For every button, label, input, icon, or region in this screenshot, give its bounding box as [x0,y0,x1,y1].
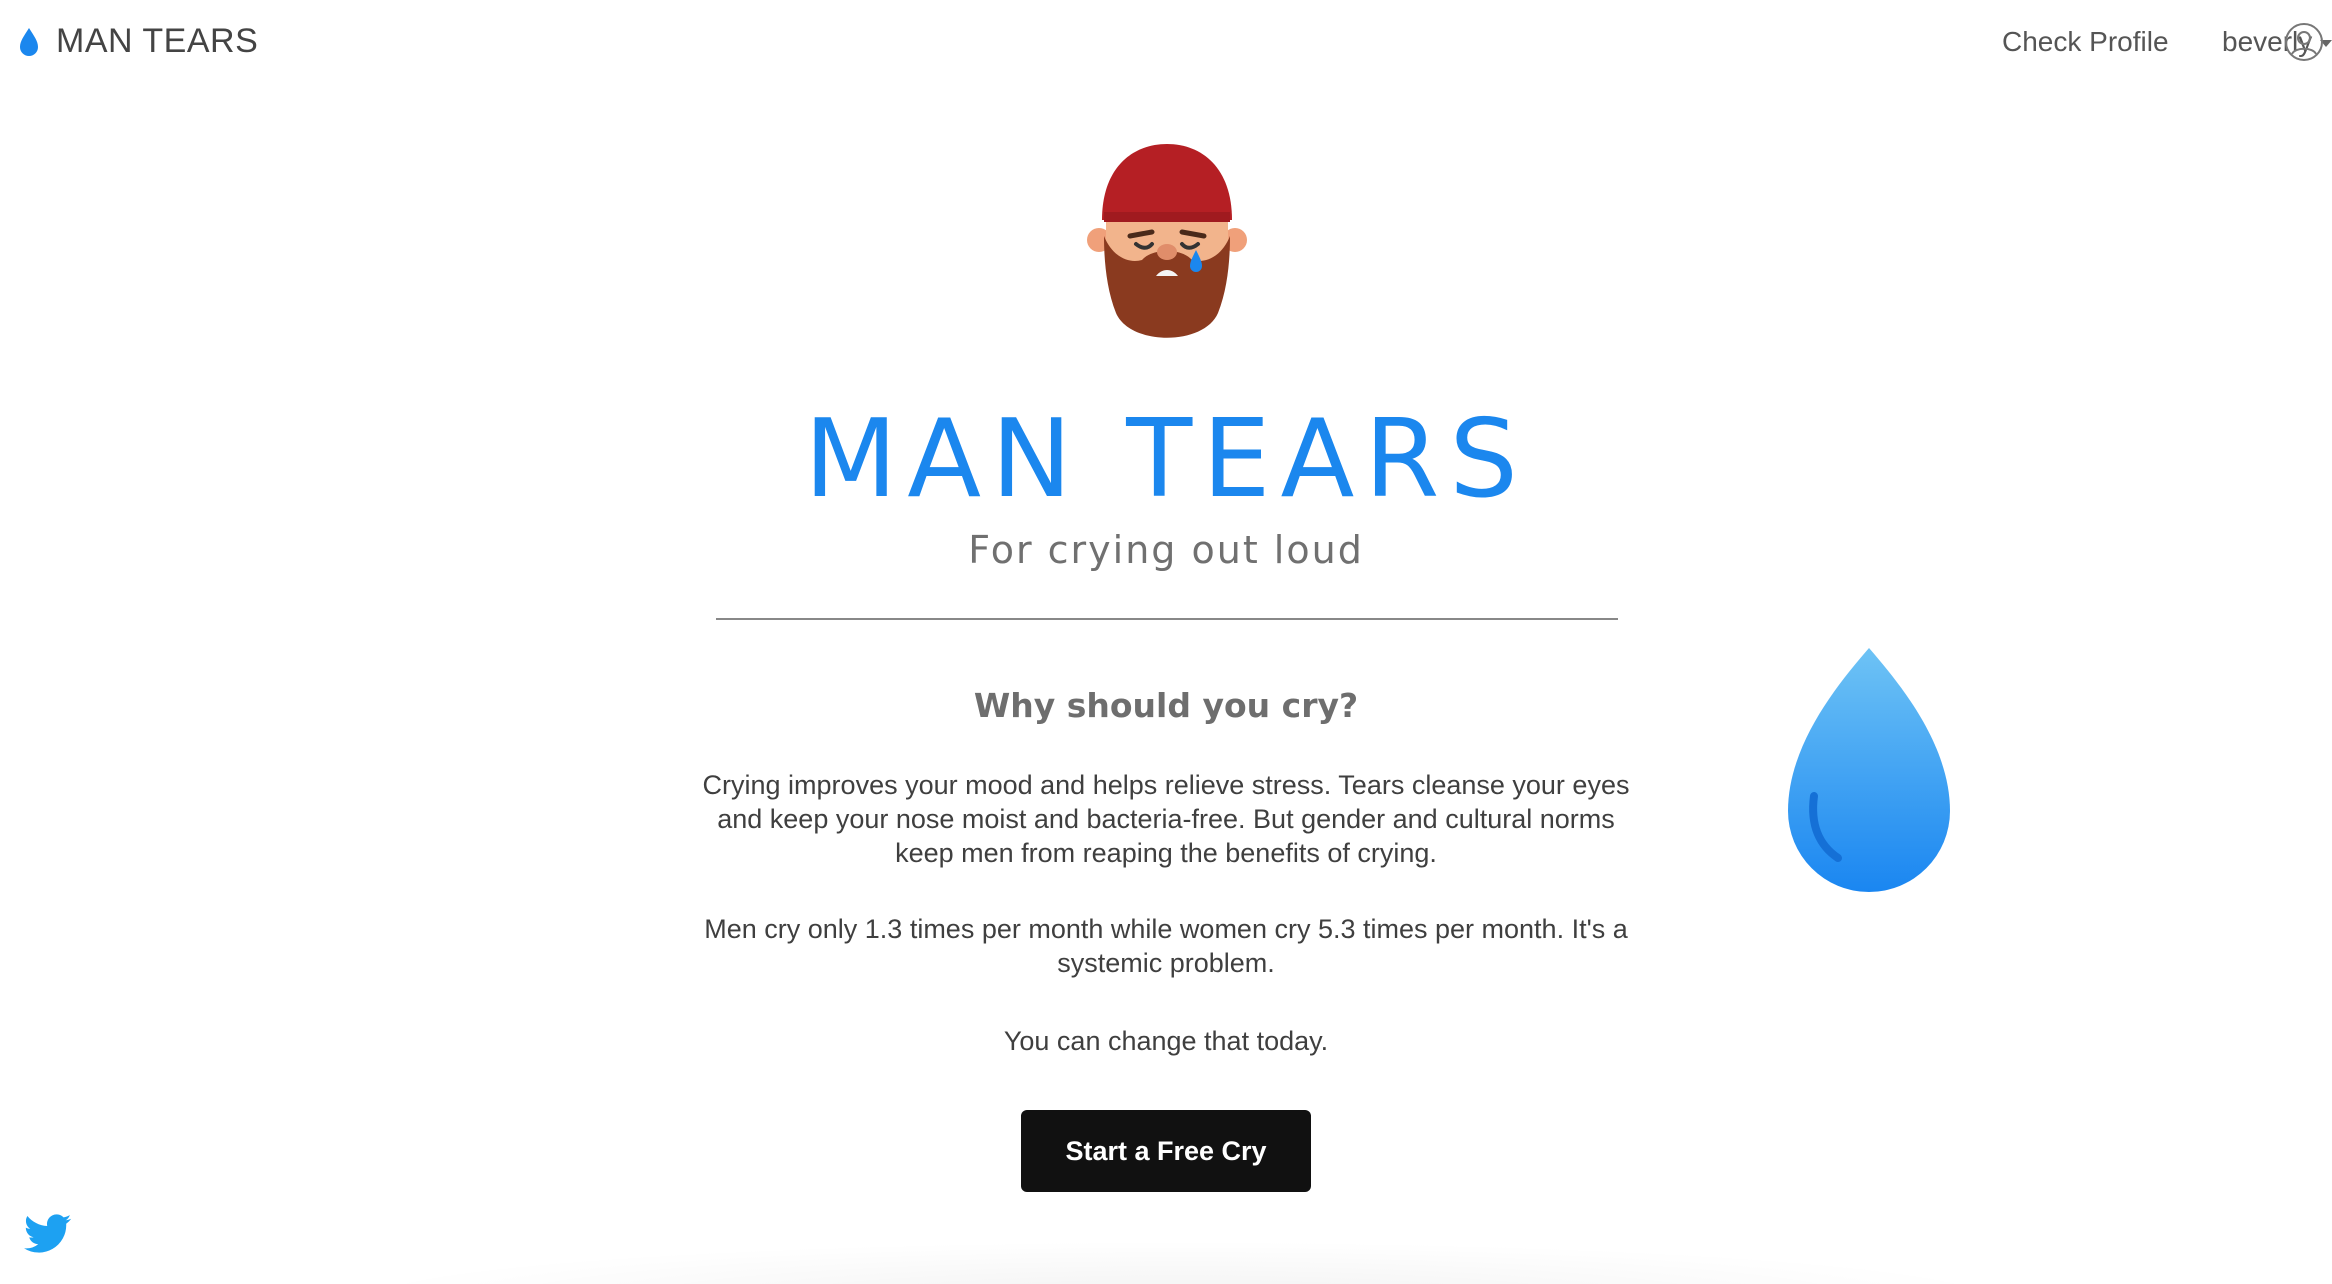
section-heading: Why should you cry? [973,686,1359,725]
page: MAN TEARS Check Profile beverly MAN TEAR… [0,0,2332,1284]
divider [716,618,1618,620]
start-free-cry-button[interactable]: Start a Free Cry [1021,1110,1311,1192]
check-profile-link[interactable]: Check Profile [2002,26,2169,58]
hero-title: MAN TEARS [804,397,1528,522]
user-circle-icon[interactable] [2284,22,2324,62]
water-drop-icon [20,27,38,56]
brand-link[interactable]: MAN TEARS [18,22,258,61]
navbar: MAN TEARS Check Profile beverly [0,0,2332,90]
brand-name: MAN TEARS [56,22,259,60]
large-tear-drop-icon [1788,648,1950,892]
paragraph-call-to-action: You can change that today. [1003,1026,1329,1056]
twitter-icon[interactable] [24,1214,72,1254]
bottom-shadow [330,1240,2030,1284]
paragraph-benefits: Crying improves your mood and helps reli… [702,770,1630,868]
crying-bearded-man-icon [1087,144,1247,338]
hero-subtitle: For crying out loud [968,528,1364,572]
paragraph-statistics: Men cry only 1.3 times per month while w… [704,914,1628,978]
